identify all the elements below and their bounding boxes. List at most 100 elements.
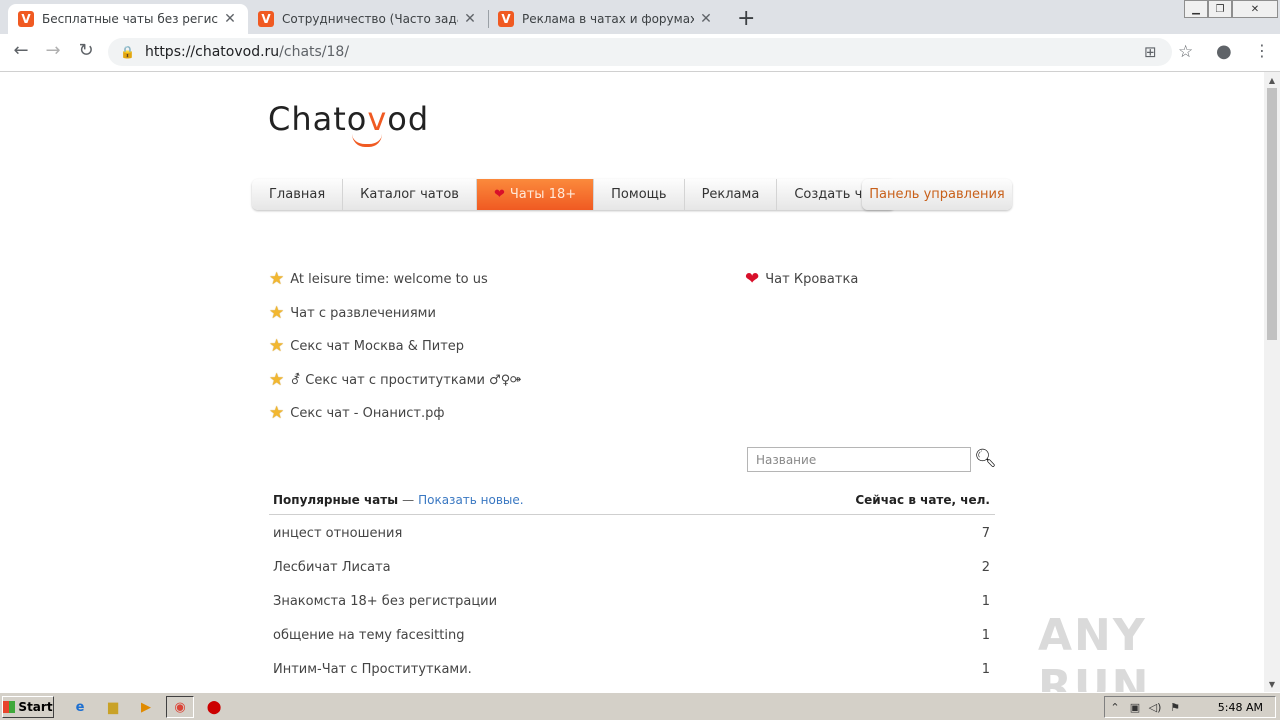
chat-name[interactable]: Интим-Чат с Проститутками. [273, 662, 472, 677]
minimize-icon[interactable]: ▁ [1184, 0, 1208, 18]
header-dash: — [402, 493, 415, 507]
chat-online-count: 2 [981, 559, 990, 575]
popular-chats-label: Популярные чаты [273, 493, 399, 507]
internet-explorer-icon[interactable]: e [71, 698, 89, 716]
start-label: Start [18, 700, 53, 714]
table-row[interactable]: Лесбичат Лисата 2 [269, 550, 995, 584]
featured-chat-link[interactable]: ★ ⚦ Секс чат с проститутками ♂♀⚩ [269, 370, 521, 390]
online-count-header: Сейчас в чате, чел. [855, 493, 990, 507]
menu-item-chats-18[interactable]: ❤ Чаты 18+ [476, 179, 595, 210]
featured-chat-title: ⚦ Секс чат с проститутками ♂♀⚩ [290, 372, 522, 388]
chatovod-logo[interactable]: Chatovod [268, 100, 429, 138]
menu-item-advertising[interactable]: Реклама [685, 179, 778, 210]
web-page: Chatovod Главная Каталог чатов ❤ Чаты 18+… [0, 72, 1264, 692]
profile-icon[interactable]: ● [1216, 41, 1232, 62]
menu-label: Реклама [701, 187, 760, 202]
chatovod-favicon-icon: V [18, 11, 34, 27]
star-icon: ★ [269, 403, 285, 423]
url-path: /chats/18/ [279, 44, 350, 60]
featured-chat-title: Чат Кроватка [765, 271, 859, 287]
chat-online-count: 1 [981, 627, 990, 643]
featured-chat-title: Секс чат - Онанист.рф [290, 405, 445, 421]
scroll-down-icon[interactable]: ▼ [1264, 676, 1280, 692]
back-icon[interactable]: ← [9, 40, 33, 61]
page-scrollbar[interactable]: ▲ ▼ [1264, 72, 1280, 692]
featured-chat-link[interactable]: ★ At leisure time: welcome to us [269, 269, 488, 289]
chat-name[interactable]: Знакомста 18+ без регистрации [273, 594, 497, 609]
close-tab-icon[interactable]: ✕ [698, 11, 714, 27]
featured-chat-link[interactable]: ★ Секс чат Москва & Питер [269, 336, 464, 356]
browser-toolbar: ← → ↻ 🔒 https://chatovod.ru/chats/18/ ⊞ … [0, 34, 1280, 72]
featured-chat-link[interactable]: ★ Секс чат - Онанист.рф [269, 403, 445, 423]
control-panel-button[interactable]: Панель управления [862, 179, 1012, 210]
tab-title: Реклама в чатах и форумах - Chat [522, 12, 694, 26]
show-new-link[interactable]: Показать новые. [418, 493, 524, 507]
chrome-taskbar-icon[interactable]: ◉ [166, 696, 194, 718]
scrollbar-thumb[interactable] [1267, 88, 1277, 340]
tab-title: Сотрудничество (Часто задаваем [282, 12, 458, 26]
chats-table-header: Популярные чаты — Показать новые. Сейчас… [269, 486, 995, 515]
heart-icon: ❤ [493, 187, 505, 202]
chat-name[interactable]: общение на тему facesitting [273, 628, 464, 643]
table-row[interactable]: общение на тему facesitting 1 [269, 618, 995, 652]
search-icon[interactable]: 🔍︎ [974, 448, 997, 469]
chat-search-input[interactable] [747, 447, 971, 472]
featured-chat-title: Секс чат Москва & Питер [290, 338, 465, 354]
address-bar[interactable]: 🔒 https://chatovod.ru/chats/18/ ⊞ [108, 38, 1172, 66]
close-window-icon[interactable]: ✕ [1232, 0, 1278, 18]
forward-icon[interactable]: → [41, 40, 65, 61]
tray-expand-icon[interactable]: ⌃ [1105, 701, 1125, 714]
menu-label: Чаты 18+ [509, 187, 577, 202]
clock[interactable]: 5:48 AM [1218, 701, 1263, 714]
action-center-flag-icon[interactable]: ⚑ [1165, 701, 1185, 714]
scroll-up-icon[interactable]: ▲ [1264, 72, 1280, 88]
heart-icon: ❤ [745, 269, 760, 289]
table-row[interactable]: Знакомста 18+ без регистрации 1 [269, 584, 995, 618]
star-icon: ★ [269, 370, 285, 390]
bookmark-star-icon[interactable]: ☆ [1178, 42, 1193, 62]
restore-icon[interactable]: ❐ [1208, 0, 1232, 18]
system-tray: ⌃ ▣ ◁) ⚑ 5:48 AM [1104, 696, 1276, 718]
chat-online-count: 7 [981, 525, 990, 541]
menu-item-help[interactable]: Помощь [594, 179, 685, 210]
windows-taskbar: Start e ▆ ▶ ◉ ⬤ ⌃ ▣ ◁) ⚑ 5:48 AM [0, 692, 1280, 720]
close-tab-icon[interactable]: ✕ [222, 11, 238, 27]
close-tab-icon[interactable]: ✕ [462, 11, 478, 27]
tab-title: Бесплатные чаты без регистрации [42, 12, 218, 26]
volume-icon[interactable]: ◁) [1145, 701, 1165, 714]
main-menu: Главная Каталог чатов ❤ Чаты 18+ Помощь Р… [252, 179, 895, 210]
menu-kebab-icon[interactable]: ⋮ [1254, 41, 1270, 60]
menu-item-home[interactable]: Главная [252, 179, 344, 210]
new-tab-icon[interactable]: + [737, 6, 755, 31]
network-icon[interactable]: ▣ [1125, 701, 1145, 714]
logo-smile-icon [352, 134, 382, 147]
featured-chat-title: Чат с развлечениями [290, 305, 436, 321]
featured-chat-link[interactable]: ❤ Чат Кроватка [745, 269, 858, 289]
chat-name[interactable]: Лесбичат Лисата [273, 560, 391, 575]
media-player-icon[interactable]: ▶ [137, 698, 155, 716]
featured-chat-link[interactable]: ★ Чат с развлечениями [269, 303, 436, 323]
tab-cooperation[interactable]: V Сотрудничество (Часто задаваем ✕ [248, 4, 488, 34]
reload-icon[interactable]: ↻ [74, 40, 98, 61]
opera-icon[interactable]: ⬤ [205, 698, 223, 716]
start-button[interactable]: Start [2, 696, 54, 718]
table-row[interactable]: инцест отношения 7 [269, 516, 995, 550]
chat-online-count: 1 [981, 593, 990, 609]
menu-item-catalog[interactable]: Каталог чатов [343, 179, 477, 210]
logo-text-prefix: Chato [268, 100, 368, 138]
logo-text-suffix: od [387, 100, 430, 138]
url-text: https://chatovod.ru/chats/18/ [145, 44, 349, 60]
chat-name[interactable]: инцест отношения [273, 526, 402, 541]
tab-advertising[interactable]: V Реклама в чатах и форумах - Chat ✕ [488, 4, 728, 34]
chatovod-favicon-icon: V [258, 11, 274, 27]
browser-tab-strip: V Бесплатные чаты без регистрации ✕ V Со… [0, 0, 1280, 34]
featured-chat-title: At leisure time: welcome to us [290, 271, 488, 287]
menu-label: Помощь [611, 187, 667, 202]
folder-icon[interactable]: ▆ [104, 698, 122, 716]
chatovod-favicon-icon: V [498, 11, 514, 27]
translate-icon[interactable]: ⊞ [1144, 43, 1157, 61]
star-icon: ★ [269, 303, 285, 323]
tab-free-chats[interactable]: V Бесплатные чаты без регистрации ✕ [8, 4, 248, 34]
logo-text-v: v [367, 100, 388, 138]
table-row[interactable]: Интим-Чат с Проститутками. 1 [269, 652, 995, 686]
